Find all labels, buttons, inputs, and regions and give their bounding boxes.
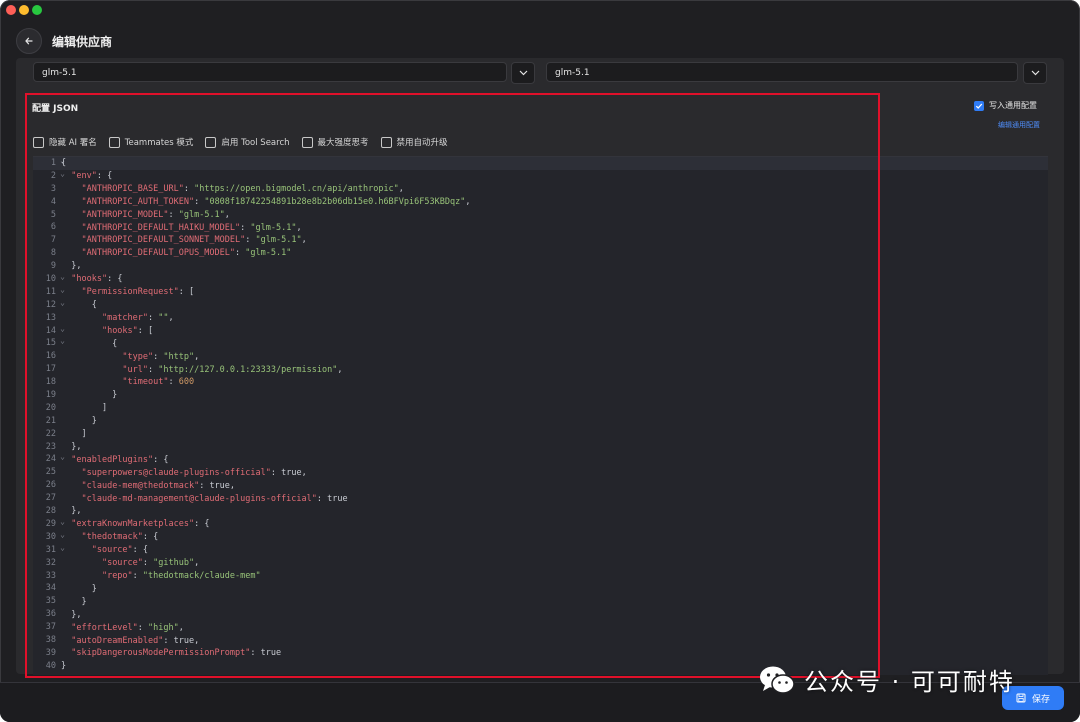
edit-general-config-link[interactable]: 编辑通用配置: [998, 120, 1040, 130]
watermark-text: 公众号 · 可可耐特: [804, 668, 1015, 696]
model-dropdown-right-button[interactable]: [1023, 62, 1047, 84]
model-select-right[interactable]: glm-5.1: [546, 62, 1018, 82]
check-icon: [975, 103, 983, 109]
close-window-button[interactable]: [6, 5, 16, 15]
model-dropdown-left-button[interactable]: [511, 62, 535, 84]
page-title: 编辑供应商: [52, 35, 113, 49]
wechat-logo-icon: [760, 666, 795, 694]
title-bar: [0, 0, 1080, 20]
annotation-highlight-box: [25, 93, 880, 678]
minimize-window-button[interactable]: [19, 5, 29, 15]
chevron-down-icon: [1031, 70, 1039, 76]
page-header: 编辑供应商: [0, 20, 1080, 62]
save-icon: [1016, 693, 1026, 703]
save-button-label: 保存: [1031, 694, 1050, 705]
arrow-left-icon: [25, 37, 33, 45]
write-general-config-label: 写入通用配置: [989, 101, 1037, 110]
app-window: 编辑供应商 glm-5.1 glm-5.1 配置 JSON 写入通用配置 编辑通…: [0, 0, 1080, 722]
model-select-left[interactable]: glm-5.1: [33, 62, 507, 82]
write-general-config-toggle[interactable]: 写入通用配置: [974, 100, 1037, 111]
maximize-window-button[interactable]: [32, 5, 42, 15]
chevron-down-icon: [519, 70, 527, 76]
back-button[interactable]: [16, 28, 42, 54]
checkbox-checked[interactable]: [974, 100, 984, 111]
watermark: 公众号 · 可可耐特: [758, 662, 1015, 697]
